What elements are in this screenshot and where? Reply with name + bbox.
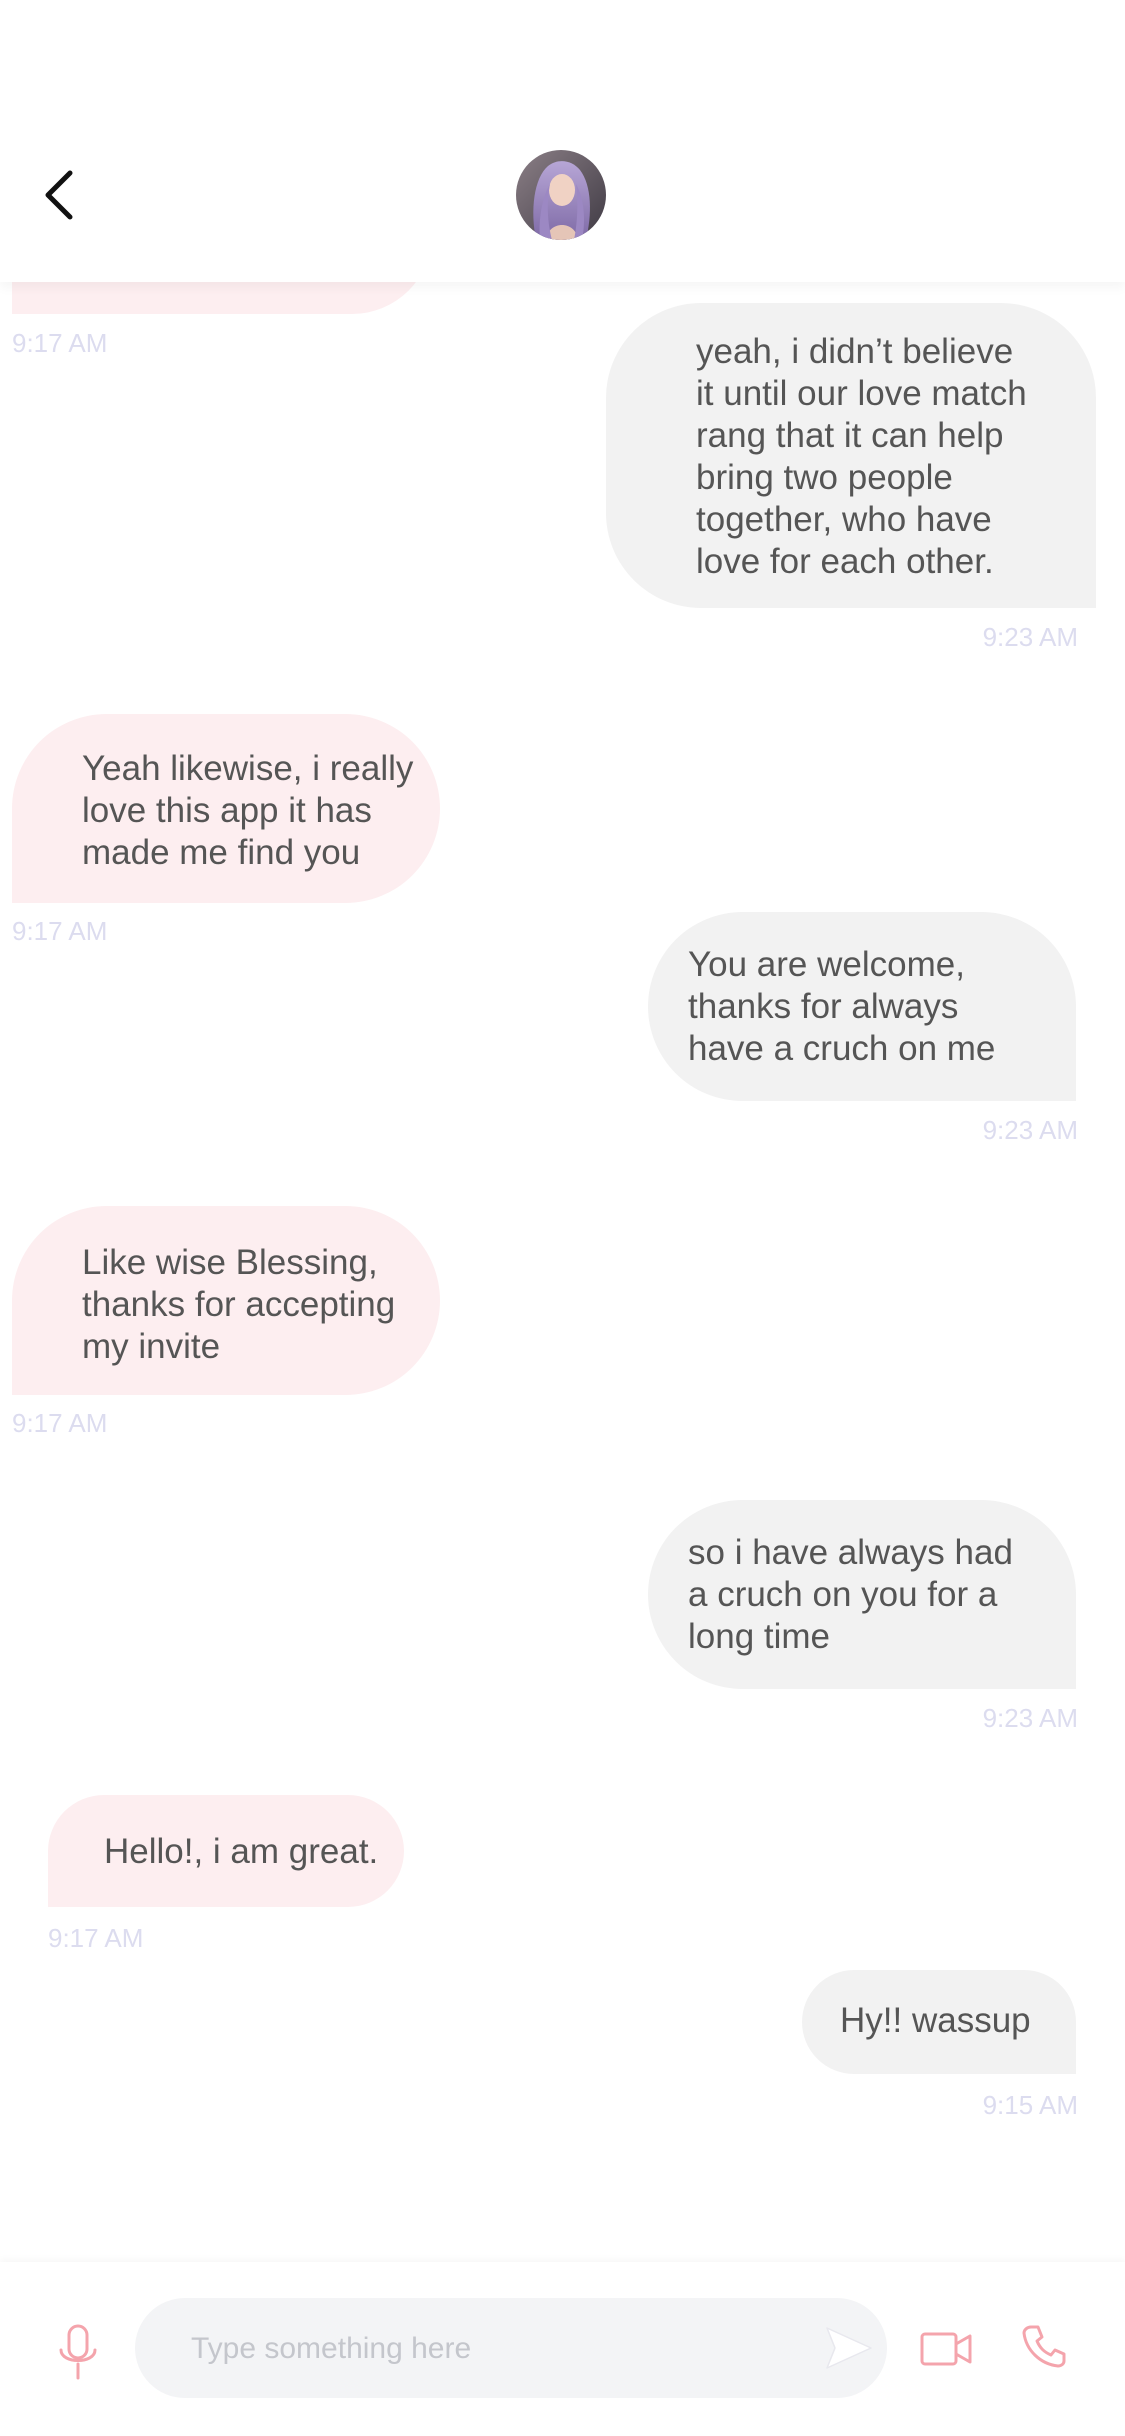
outgoing-message-bubble: Hy!! wassup	[802, 1970, 1076, 2074]
incoming-message-bubble: Hello!, i am great.	[48, 1795, 404, 1907]
message-text-line: Yeah likewise, i really	[82, 749, 414, 788]
message-text-line: rang that it can help	[696, 416, 1004, 455]
message-text-line: Hello!, i am great.	[104, 1832, 379, 1871]
outgoing-message-bubble: yeah, i didn’t believe it until our love…	[606, 303, 1096, 608]
message-timestamp: 9:23 AM	[982, 1115, 1078, 1145]
message-text-line: thanks for accepting	[82, 1285, 396, 1324]
message-text-line: love for each other.	[696, 542, 994, 581]
message-text-line: have a cruch on me	[688, 1029, 996, 1068]
outgoing-message-bubble: You are welcome, thanks for always have …	[648, 912, 1076, 1101]
message-text-line: made me find you	[82, 833, 361, 872]
phone-icon[interactable]	[1022, 2324, 1066, 2368]
message-text-line: my invite	[82, 1327, 221, 1366]
message-text-line: bring two people	[696, 458, 953, 497]
video-camera-icon[interactable]	[920, 2328, 972, 2370]
message-text-line: love this app it has	[82, 791, 372, 830]
message-text-line: Hy!! wassup	[840, 2001, 1031, 2040]
incoming-message-bubble: Like wise Blessing, thanks for accepting…	[12, 1206, 440, 1395]
message-input-wrapper	[135, 2298, 887, 2398]
message-text-line: yeah, i didn’t believe	[696, 332, 1014, 371]
chat-header	[0, 0, 1125, 282]
send-icon[interactable]	[823, 2322, 875, 2374]
outgoing-message-bubble: so i have always had a cruch on you for …	[648, 1500, 1076, 1689]
message-timestamp: 9:23 AM	[982, 1703, 1078, 1733]
message-timestamp: 9:17 AM	[48, 1923, 144, 1953]
message-text-line: Like wise Blessing,	[82, 1243, 378, 1282]
message-text-line: together, who have	[696, 500, 992, 539]
incoming-message-bubble: Yeah likewise, i really love this app it…	[12, 714, 440, 903]
message-timestamp: 9:17 AM	[12, 1408, 108, 1438]
message-timestamp: 9:15 AM	[982, 2090, 1078, 2120]
message-text-line: it until our love match	[696, 374, 1027, 413]
avatar[interactable]	[516, 150, 606, 240]
message-text-line: so i have always had	[688, 1533, 1013, 1572]
chevron-left-icon[interactable]	[38, 165, 82, 225]
message-timestamp: 9:17 AM	[12, 916, 108, 946]
message-text-line: a cruch on you for a	[688, 1575, 998, 1614]
microphone-icon[interactable]	[56, 2324, 100, 2382]
message-input[interactable]	[189, 2320, 793, 2378]
message-timestamp: 9:17 AM	[12, 328, 108, 358]
message-text-line: long time	[688, 1617, 831, 1656]
message-text-line: thanks for always	[688, 987, 959, 1026]
message-composer	[0, 2262, 1125, 2436]
message-text-line: You are welcome,	[688, 945, 965, 984]
message-timestamp: 9:23 AM	[982, 622, 1078, 652]
